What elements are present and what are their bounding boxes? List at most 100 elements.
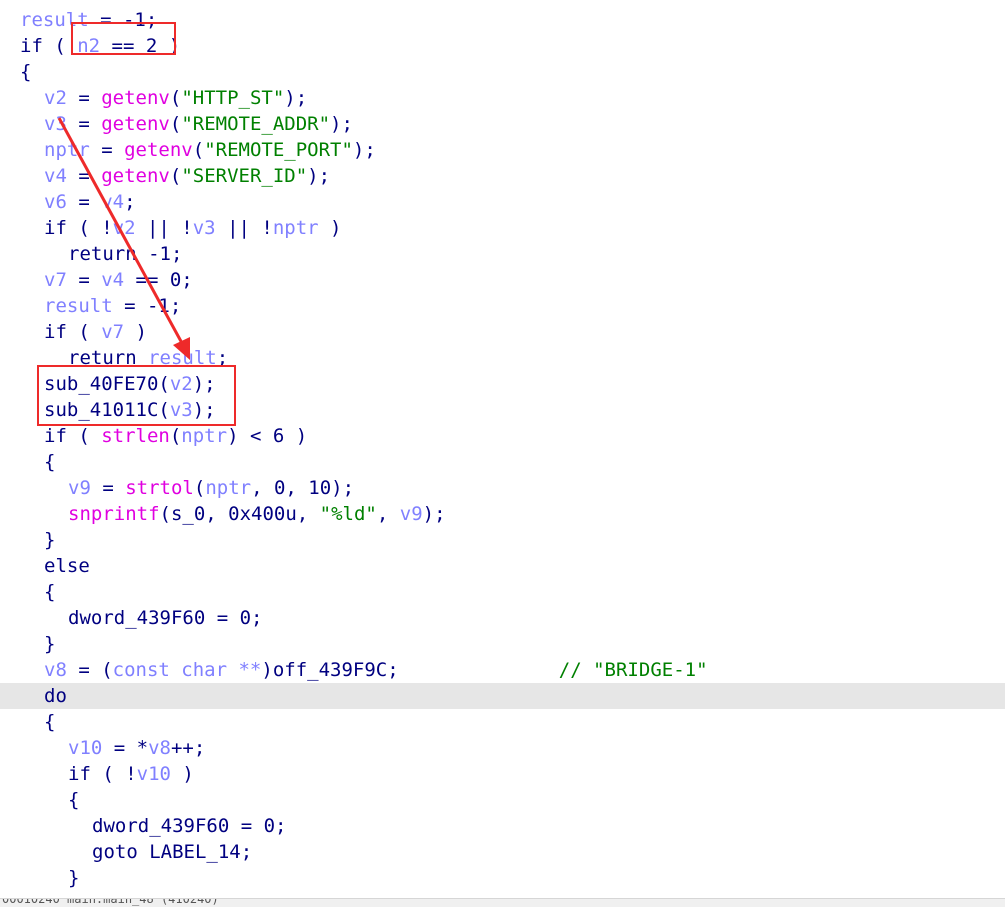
code-token: ) [170, 763, 194, 785]
code-line[interactable]: sub_41011C(v3); [0, 397, 1005, 423]
code-token: snprintf [68, 503, 160, 525]
code-token: if ( [44, 321, 102, 343]
code-token: result [148, 347, 217, 369]
code-token: v2 [44, 87, 67, 109]
code-token: } [44, 529, 56, 551]
code-line[interactable]: return -1; [0, 241, 1005, 267]
code-line[interactable]: do [0, 683, 1005, 709]
code-token: v4 [101, 269, 125, 291]
code-line[interactable]: v6 = v4; [0, 189, 1005, 215]
code-line[interactable]: { [0, 579, 1005, 605]
code-token: return [68, 347, 149, 369]
code-line[interactable]: if ( !v10 ) [0, 761, 1005, 787]
code-token: == 0; [124, 269, 193, 291]
code-line[interactable]: dword_439F60 = 0; [0, 605, 1005, 631]
code-token: nptr [44, 139, 90, 161]
code-token: ( [192, 139, 205, 161]
code-token: "REMOTE_PORT" [204, 139, 353, 161]
code-line[interactable]: v3 = getenv("REMOTE_ADDR"); [0, 111, 1005, 137]
code-line[interactable]: dword_439F60 = 0; [0, 813, 1005, 839]
code-token: v4 [101, 191, 125, 213]
code-token: = [66, 113, 102, 135]
code-token: = ( [66, 659, 113, 681]
code-token: sub_40FE70 [44, 373, 159, 395]
code-token: , 0, 10); [251, 477, 355, 499]
code-line[interactable]: return result; [0, 345, 1005, 371]
code-line[interactable]: } [0, 631, 1005, 657]
code-token: = [90, 477, 126, 499]
code-token: v2 [169, 373, 193, 395]
code-line[interactable]: if ( !v2 || !v3 || !nptr ) [0, 215, 1005, 241]
code-token: ( [193, 477, 206, 499]
code-token: , [376, 503, 400, 525]
code-token: = 0; [205, 607, 263, 629]
code-token: result [20, 9, 89, 31]
code-line[interactable]: v4 = getenv("SERVER_ID"); [0, 163, 1005, 189]
code-token: = [66, 191, 102, 213]
code-token: v9 [68, 477, 91, 499]
code-token: else [44, 555, 90, 577]
code-token: "SERVER_ID" [181, 165, 308, 187]
code-token: nptr [272, 217, 319, 239]
code-line[interactable]: { [0, 449, 1005, 475]
code-token: { [44, 581, 56, 603]
code-token: || ! [135, 217, 193, 239]
code-token: { [44, 451, 56, 473]
code-token: getenv [101, 113, 170, 135]
code-token: "%ld" [319, 503, 377, 525]
code-token: )off_439F9C; [261, 659, 399, 681]
code-token: = [89, 139, 125, 161]
code-line[interactable]: goto LABEL_14; [0, 839, 1005, 865]
code-token: // "BRIDGE-1" [398, 659, 708, 681]
code-token: n2 [77, 35, 101, 57]
code-token: strtol [125, 477, 194, 499]
code-token: ( [169, 425, 182, 447]
code-line[interactable]: result = -1; [0, 7, 1005, 33]
code-line[interactable]: v9 = strtol(nptr, 0, 10); [0, 475, 1005, 501]
code-line[interactable]: } [0, 527, 1005, 553]
code-line[interactable]: if ( n2 == 2 ) [0, 33, 1005, 59]
code-line[interactable]: if ( strlen(nptr) < 6 ) [0, 423, 1005, 449]
code-token: if ( ! [44, 217, 113, 239]
code-line[interactable]: v8 = (const char **)off_439F9C; // "BRID… [0, 657, 1005, 683]
code-token: = * [102, 737, 149, 759]
code-token: == 2 ) [100, 35, 181, 57]
code-token: strlen [101, 425, 170, 447]
code-line[interactable]: v2 = getenv("HTTP_ST"); [0, 85, 1005, 111]
code-token: v6 [44, 191, 67, 213]
code-token: ( [169, 87, 182, 109]
code-token: return -1; [68, 243, 183, 265]
code-token: = [66, 165, 102, 187]
code-line[interactable]: if ( v7 ) [0, 319, 1005, 345]
code-line[interactable]: result = -1; [0, 293, 1005, 319]
code-line[interactable]: v10 = *v8++; [0, 735, 1005, 761]
code-token: ); [307, 165, 331, 187]
code-token: v10 [68, 737, 103, 759]
code-token: v8 [44, 659, 67, 681]
code-token: ); [192, 399, 216, 421]
code-token: getenv [101, 165, 170, 187]
code-token: { [68, 789, 80, 811]
code-line[interactable]: else [0, 553, 1005, 579]
code-line[interactable]: { [0, 709, 1005, 735]
code-line[interactable]: } [0, 865, 1005, 891]
code-token: ( [169, 165, 182, 187]
code-token: v2 [112, 217, 136, 239]
code-line[interactable]: nptr = getenv("REMOTE_PORT"); [0, 137, 1005, 163]
code-line[interactable]: { [0, 787, 1005, 813]
code-line[interactable]: v7 = v4 == 0; [0, 267, 1005, 293]
code-token: { [20, 61, 32, 83]
code-token: v3 [169, 399, 193, 421]
code-token: getenv [101, 87, 170, 109]
code-token: ; [216, 347, 229, 369]
code-line[interactable]: { [0, 59, 1005, 85]
code-token: goto LABEL_14; [92, 841, 253, 863]
code-token: nptr [181, 425, 228, 447]
code-token: v9 [399, 503, 423, 525]
code-token: if ( ! [68, 763, 137, 785]
code-line[interactable]: snprintf(s_0, 0x400u, "%ld", v9); [0, 501, 1005, 527]
code-line[interactable]: sub_40FE70(v2); [0, 371, 1005, 397]
code-token: { [44, 711, 56, 733]
code-token: ( [158, 399, 170, 421]
code-token: ( [169, 113, 182, 135]
